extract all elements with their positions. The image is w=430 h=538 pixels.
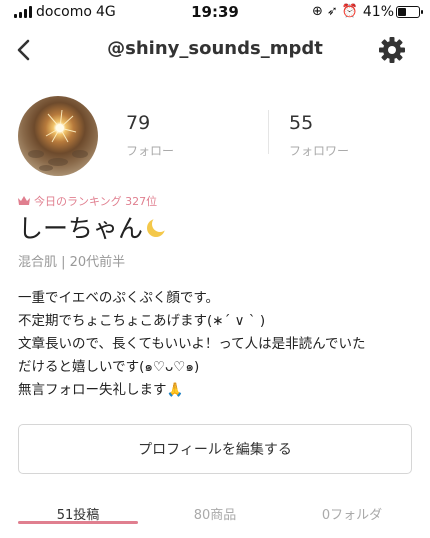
crown-icon xyxy=(18,196,30,205)
bio-line: 不定期でちょこちょこあげます(∗´ ∨ ` ) xyxy=(18,313,266,329)
following-label: フォロー xyxy=(126,144,175,158)
crescent-moon-icon xyxy=(147,219,166,237)
display-name: しーちゃん xyxy=(18,209,167,245)
ranking-text: 今日のランキング 327位 xyxy=(34,195,158,208)
header-username: @shiny_sounds_mpdt xyxy=(107,38,323,59)
avatar[interactable] xyxy=(18,96,98,176)
battery-percent: 41% xyxy=(362,4,394,20)
bio-line: 文章長いので、長くてもいいよ！って人は是非読んでいた xyxy=(18,336,366,352)
alarm-icon: ⏰ xyxy=(341,4,362,19)
edit-profile-button[interactable]: プロフィールを編集する xyxy=(18,424,412,474)
sparkler-photo xyxy=(28,109,88,171)
skin-age-info: 混合肌 | 20代前半 xyxy=(18,255,126,270)
status-indicator-icons: ⊕➶⏰ xyxy=(312,4,362,19)
gear-icon[interactable] xyxy=(378,36,406,64)
status-bar: docomo 4G 19:39 ⊕➶⏰ 41% xyxy=(0,0,430,26)
battery-icon xyxy=(396,6,423,18)
followers-stat[interactable]: 55 フォロワー xyxy=(289,112,349,159)
display-name-text: しーちゃん xyxy=(18,214,144,243)
bio-line: 一重でイエベのぷくぷく顔です。 xyxy=(18,290,220,306)
tab-folders[interactable]: 0フォルダ xyxy=(292,504,412,523)
profile-bio: 一重でイエベのぷくぷく顔です。 不定期でちょこちょこあげます(∗´ ∨ ` ) … xyxy=(18,287,418,402)
orientation-lock-icon: ⊕ xyxy=(312,4,327,19)
location-icon: ➶ xyxy=(326,4,342,19)
bio-line: 無言フォロー失礼します🙏 xyxy=(18,382,184,398)
followers-label: フォロワー xyxy=(289,144,350,158)
tab-products[interactable]: 80商品 xyxy=(155,504,275,523)
following-count: 79 xyxy=(126,112,151,134)
followers-count: 55 xyxy=(289,112,314,134)
following-stat[interactable]: 79 フォロー xyxy=(126,112,174,159)
stats-divider xyxy=(268,110,269,154)
active-tab-indicator xyxy=(18,521,138,524)
ranking-badge[interactable]: 今日のランキング 327位 xyxy=(18,193,157,209)
battery-fill xyxy=(398,8,406,16)
bio-line: だけると嬉しいです(๑♡ᴗ♡๑) xyxy=(18,359,200,375)
profile-tabs: 51投稿 80商品 0フォルダ xyxy=(0,496,430,538)
profile-header: @shiny_sounds_mpdt xyxy=(0,28,430,72)
